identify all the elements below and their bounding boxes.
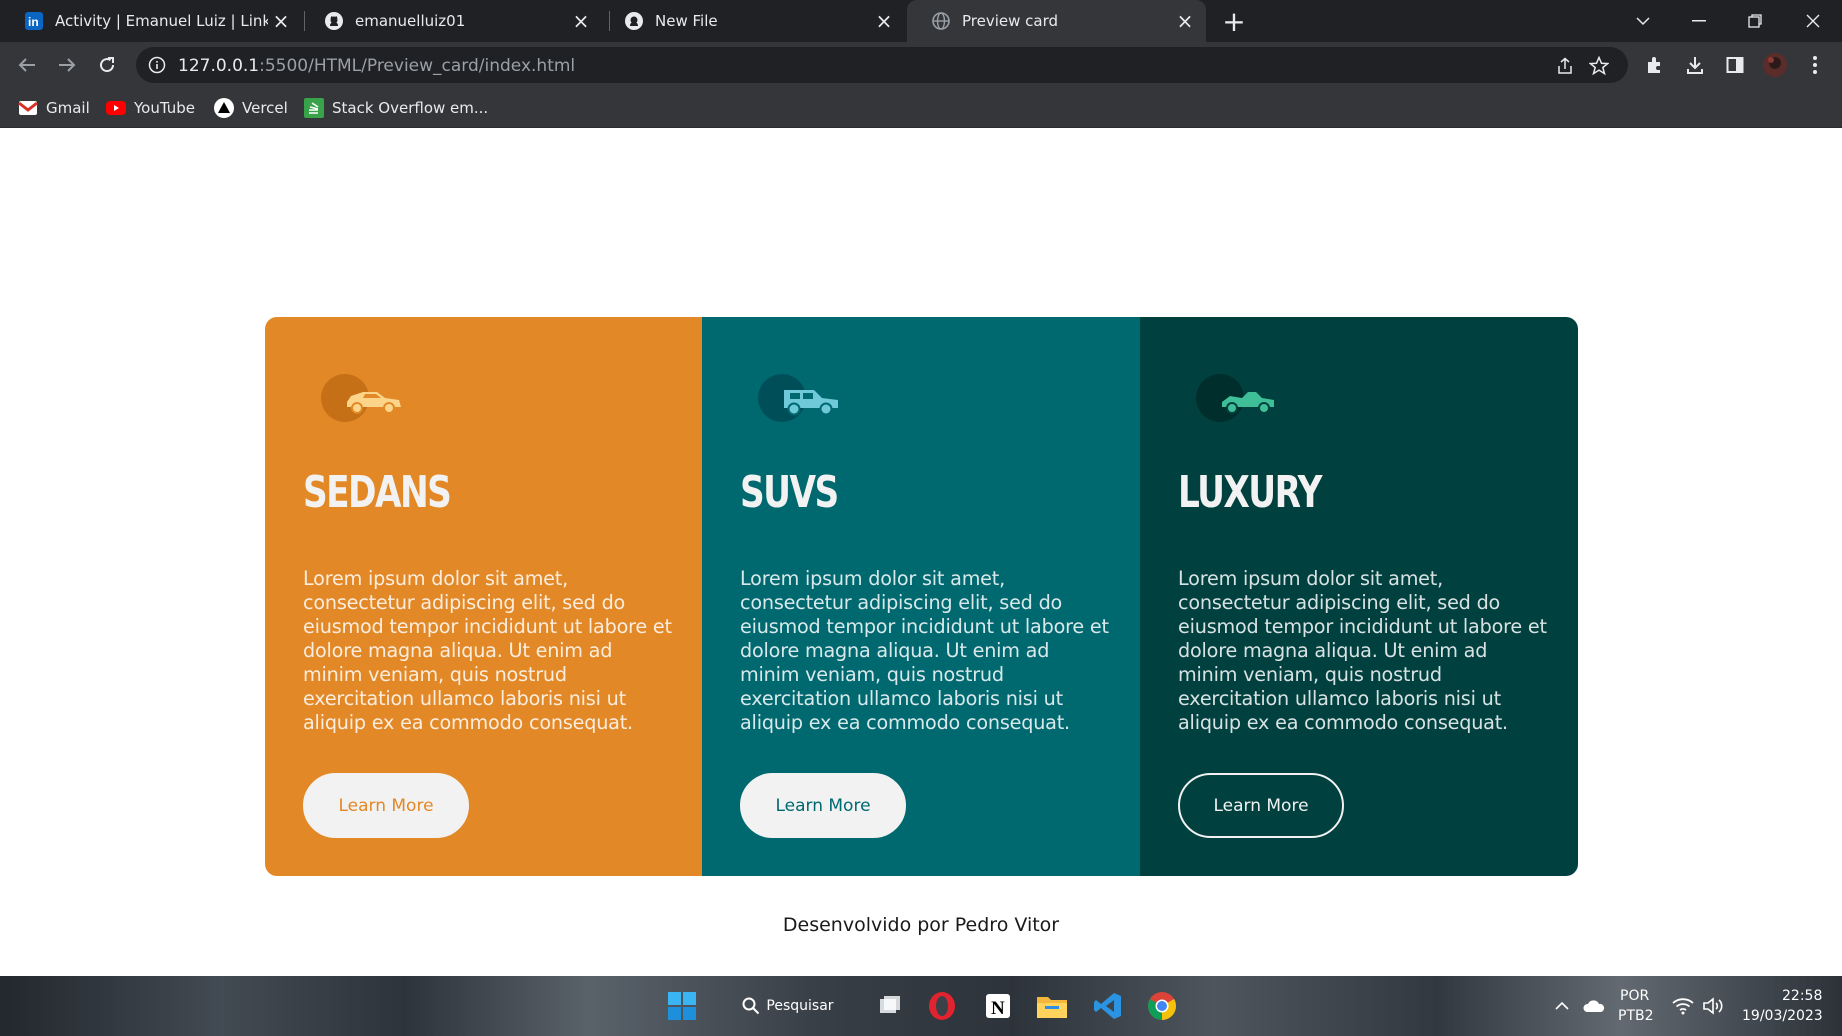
- search-icon: [742, 997, 760, 1015]
- volume-icon[interactable]: [1700, 986, 1726, 1026]
- forward-arrow-icon[interactable]: [52, 50, 82, 80]
- extensions-icon[interactable]: [1642, 52, 1668, 78]
- reload-icon[interactable]: [92, 50, 122, 80]
- learn-more-button[interactable]: Learn More: [303, 773, 469, 838]
- page-viewport: SEDANS Lorem ipsum dolor sit amet, conse…: [0, 128, 1842, 976]
- taskbar-search[interactable]: Pesquisar: [740, 986, 836, 1026]
- tab-strip: in Activity | Emanuel Luiz | LinkedIn × …: [0, 0, 1842, 42]
- tab-preview-card[interactable]: Preview card ×: [907, 0, 1206, 42]
- tab-search-chevron-icon[interactable]: [1620, 0, 1666, 42]
- bookmark-label: YouTube: [134, 99, 195, 117]
- card-sedans: SEDANS Lorem ipsum dolor sit amet, conse…: [265, 317, 702, 876]
- tab-title: New File: [655, 12, 718, 30]
- clock-date[interactable]: 19/03/2023: [1742, 1008, 1823, 1024]
- bookmark-stackoverflow[interactable]: Stack Overflow em...: [304, 96, 488, 120]
- globe-icon: [931, 11, 951, 31]
- card-description: Lorem ipsum dolor sit amet, consectetur …: [1178, 567, 1547, 734]
- tab-title: emanuelluiz01: [355, 12, 466, 30]
- file-explorer-icon[interactable]: [1034, 986, 1070, 1026]
- luxury-car-icon: [1196, 374, 1274, 422]
- bookmark-label: Gmail: [46, 99, 90, 117]
- vercel-icon: [214, 98, 234, 118]
- address-bar[interactable]: 127.0.0.1:5500/HTML/Preview_card/index.h…: [136, 47, 1628, 83]
- clock-time[interactable]: 22:58: [1782, 988, 1822, 1004]
- learn-more-button[interactable]: Learn More: [740, 773, 906, 838]
- input-language[interactable]: POR: [1620, 988, 1649, 1004]
- bookmark-youtube[interactable]: YouTube: [106, 96, 195, 120]
- vscode-icon[interactable]: [1090, 986, 1126, 1026]
- close-window-button[interactable]: [1790, 0, 1836, 42]
- bookmarks-bar: Gmail YouTube Vercel Stack Overflow em..…: [0, 88, 1842, 128]
- card-description: Lorem ipsum dolor sit amet, consectetur …: [740, 567, 1109, 734]
- tab-github-profile[interactable]: emanuelluiz01 ×: [300, 0, 602, 42]
- opera-browser-icon[interactable]: [924, 986, 960, 1026]
- card-title: SEDANS: [303, 467, 452, 518]
- stackoverflow-icon: [304, 98, 324, 118]
- linkedin-icon: in: [24, 11, 44, 31]
- new-tab-button[interactable]: +: [1219, 5, 1249, 38]
- card-luxury: LUXURY Lorem ipsum dolor sit amet, conse…: [1140, 317, 1578, 876]
- bookmark-gmail[interactable]: Gmail: [18, 96, 90, 120]
- info-icon[interactable]: [148, 56, 166, 74]
- close-icon[interactable]: ×: [268, 8, 294, 34]
- svg-text:N: N: [991, 998, 1005, 1019]
- search-label: Pesquisar: [766, 998, 834, 1014]
- chrome-icon[interactable]: [1144, 986, 1180, 1026]
- sedan-car-icon: [321, 374, 401, 422]
- tab-title: Preview card: [962, 12, 1059, 30]
- share-icon[interactable]: [1552, 55, 1578, 77]
- profile-avatar[interactable]: [1762, 52, 1788, 78]
- card-group: SEDANS Lorem ipsum dolor sit amet, conse…: [265, 317, 1578, 876]
- url-text: 127.0.0.1:5500/HTML/Preview_card/index.h…: [178, 56, 575, 76]
- card-title: SUVS: [740, 467, 839, 518]
- windows-taskbar: Pesquisar N POR PTB2 22:58 19/03/2023: [0, 976, 1842, 1036]
- restore-button[interactable]: [1732, 0, 1778, 42]
- gmail-icon: [18, 98, 38, 118]
- card-description: Lorem ipsum dolor sit amet, consectetur …: [303, 567, 672, 734]
- card-title: LUXURY: [1178, 467, 1322, 518]
- suv-car-icon: [758, 374, 838, 422]
- wifi-icon[interactable]: [1670, 986, 1696, 1026]
- start-windows-icon[interactable]: [664, 986, 700, 1026]
- bookmark-label: Vercel: [242, 99, 288, 117]
- footer-credit: Desenvolvido por Pedro Vitor: [782, 914, 1060, 936]
- bookmark-label: Stack Overflow em...: [332, 99, 489, 117]
- close-icon[interactable]: ×: [1172, 8, 1198, 34]
- keyboard-layout[interactable]: PTB2: [1618, 1008, 1654, 1024]
- bookmark-vercel[interactable]: Vercel: [214, 96, 288, 120]
- bookmark-star-icon[interactable]: [1586, 55, 1612, 77]
- github-icon: [624, 11, 644, 31]
- browser-toolbar: 127.0.0.1:5500/HTML/Preview_card/index.h…: [0, 42, 1842, 88]
- side-panel-icon[interactable]: [1722, 52, 1748, 78]
- url-path: :5500/HTML/Preview_card/index.html: [259, 56, 576, 76]
- card-suvs: SUVS Lorem ipsum dolor sit amet, consect…: [702, 317, 1140, 876]
- github-icon: [324, 11, 344, 31]
- show-hidden-icons-chevron-icon[interactable]: [1550, 986, 1574, 1026]
- download-icon[interactable]: [1682, 52, 1708, 78]
- onedrive-cloud-icon[interactable]: [1580, 986, 1608, 1026]
- minimize-button[interactable]: [1676, 0, 1722, 42]
- tab-linkedin[interactable]: in Activity | Emanuel Luiz | LinkedIn ×: [0, 0, 302, 42]
- more-menu-icon[interactable]: [1802, 52, 1828, 78]
- learn-more-button[interactable]: Learn More: [1178, 773, 1344, 838]
- task-view-icon[interactable]: [872, 986, 908, 1026]
- close-icon[interactable]: ×: [568, 8, 594, 34]
- close-icon[interactable]: ×: [871, 8, 897, 34]
- svg-text:in: in: [28, 15, 39, 29]
- tab-new-file[interactable]: New File ×: [600, 0, 905, 42]
- url-host: 127.0.0.1: [178, 56, 260, 76]
- notion-icon[interactable]: N: [980, 986, 1016, 1026]
- tab-title: Activity | Emanuel Luiz | LinkedIn: [55, 12, 268, 30]
- youtube-icon: [106, 98, 126, 118]
- back-arrow-icon[interactable]: [12, 50, 42, 80]
